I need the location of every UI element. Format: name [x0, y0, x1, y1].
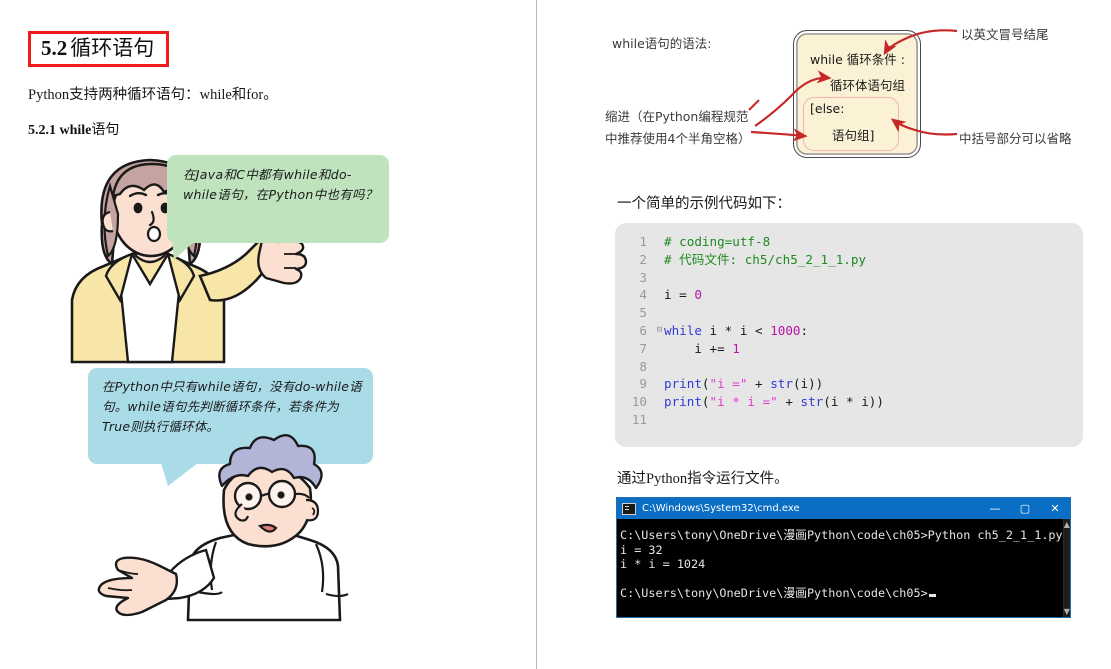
close-button[interactable]: ✕ — [1040, 502, 1070, 515]
code-line: 9 print("i =" + str(i)) — [615, 375, 1083, 393]
code-text: print("i * i =" + str(i * i)) — [664, 394, 884, 410]
cmd-window[interactable]: C:\Windows\System32\cmd.exe — ▢ ✕ C:\Use… — [616, 497, 1071, 618]
code-line: 4 i = 0 — [615, 286, 1083, 304]
subsection-heading: 5.2.1 while语句 — [28, 119, 119, 139]
left-page-column: 5.2 循环语句 Python支持两种循环语句：while和for。 5.2.1 … — [0, 0, 536, 669]
code-block: 1 # coding=utf-8 2 # 代码文件: ch5/ch5_2_1_1.py… — [615, 223, 1083, 447]
code-line: 3 — [615, 269, 1083, 287]
annotation-colon: 以英文冒号结尾 — [961, 27, 1049, 42]
line-number: 11 — [631, 411, 647, 427]
maximize-button[interactable]: ▢ — [1010, 502, 1040, 515]
code-text: # 代码文件: ch5/ch5_2_1_1.py — [664, 251, 867, 267]
code-fold-marker — [655, 411, 664, 429]
annotation-bracket: 中括号部分可以省略 — [959, 131, 1072, 146]
cmd-cursor — [928, 594, 936, 598]
scroll-up-icon[interactable]: ▲ — [1064, 520, 1070, 529]
document-page: 5.2 循环语句 Python支持两种循环语句：while和for。 5.2.1 … — [0, 0, 1111, 669]
code-fold-marker — [655, 251, 664, 269]
sample-code-caption: 一个简单的示例代码如下： — [617, 196, 791, 212]
line-number: 1 — [639, 234, 647, 249]
syntax-line-else-body: 语句组] — [832, 128, 875, 143]
section-number: 5.2 — [41, 36, 68, 60]
subsection-title: 语句 — [91, 123, 120, 138]
subsection-number: 5.2.1 while — [28, 123, 92, 138]
code-line: 5 — [615, 304, 1083, 322]
run-caption: 通过Python指令运行文件。 — [617, 471, 789, 487]
cmd-body: C:\Users\tony\OneDrive\漫画Python\code\ch0… — [617, 519, 1070, 617]
code-line: 8 — [615, 358, 1083, 376]
annotation-indent: 缩进（在Python编程规范中推荐使用4个半角空格） — [605, 109, 751, 146]
code-fold-marker[interactable]: ⊟ — [655, 322, 664, 340]
syntax-else-group: [else: 语句组] — [803, 97, 899, 151]
line-number: 5 — [639, 305, 647, 321]
cmd-output-text: C:\Users\tony\OneDrive\漫画Python\code\ch0… — [617, 519, 1063, 617]
code-text: print("i =" + str(i)) — [664, 376, 824, 392]
line-number: 4 — [639, 287, 647, 303]
cmd-scrollbar[interactable]: ▲ ▼ — [1062, 519, 1070, 617]
code-fold-marker — [655, 233, 664, 251]
code-fold-marker — [655, 375, 664, 393]
line-number: 9 — [639, 376, 647, 392]
line-number: 3 — [639, 269, 647, 285]
code-line: 10 print("i * i =" + str(i * i)) — [615, 393, 1083, 411]
speech-bubble-green-tail — [172, 238, 200, 260]
code-line: 7 i += 1 — [615, 340, 1083, 358]
syntax-line-body: 循环体语句组 — [830, 78, 906, 93]
speech-bubble-blue-text: 在Python中只有while语句，没有do-while语句。while语句先判… — [102, 379, 362, 434]
man-illustration — [97, 434, 349, 622]
comic-panel-woman: 在Java和C中都有while和do-while语句，在Python中也有吗？ — [60, 150, 390, 364]
code-fold-marker — [655, 358, 664, 376]
speech-bubble-green: 在Java和C中都有while和do-while语句，在Python中也有吗？ — [167, 155, 389, 260]
line-number: 6 — [639, 322, 647, 338]
code-lines: 1 # coding=utf-8 2 # 代码文件: ch5/ch5_2_1_1.py… — [615, 223, 1083, 429]
right-page-column: while语句的语法: 以英文冒号结尾 中括号部分可以省略 缩进（在Python… — [537, 0, 1111, 669]
comic-panel-man: 在Python中只有while语句，没有do-while语句。while语句先判… — [88, 368, 373, 622]
code-line: 1 # coding=utf-8 — [615, 233, 1083, 251]
cmd-title-bar[interactable]: C:\Windows\System32\cmd.exe — ▢ ✕ — [617, 498, 1070, 519]
code-text: i += 1 — [664, 340, 740, 356]
speech-bubble-blue: 在Python中只有while语句，没有do-while语句。while语句先判… — [88, 368, 373, 486]
syntax-line-else: [else: — [810, 101, 845, 116]
intro-paragraph: Python支持两种循环语句：while和for。 — [28, 87, 278, 103]
section-heading: 5.2 循环语句 — [28, 31, 170, 68]
cmd-title-text: C:\Windows\System32\cmd.exe — [642, 503, 800, 514]
scroll-down-icon[interactable]: ▼ — [1064, 607, 1070, 616]
code-text: i = 0 — [664, 287, 702, 303]
cmd-window-controls: — ▢ ✕ — [980, 502, 1070, 515]
section-title: 循环语句 — [70, 36, 155, 60]
code-fold-marker — [655, 393, 664, 411]
line-number: 2 — [639, 251, 647, 267]
code-fold-marker — [655, 269, 664, 287]
syntax-line-while: while 循环条件 : — [810, 52, 905, 67]
syntax-label: while语句的语法: — [612, 36, 712, 51]
speech-bubble-green-text: 在Java和C中都有while和do-while语句，在Python中也有吗？ — [183, 167, 378, 203]
code-text: while i * i < 1000: — [664, 322, 809, 338]
code-line: 6 ⊟ while i * i < 1000: — [615, 322, 1083, 340]
minimize-button[interactable]: — — [980, 502, 1010, 515]
code-text: # coding=utf-8 — [664, 234, 771, 249]
code-fold-marker — [655, 340, 664, 358]
syntax-diagram-box: while 循环条件 : 循环体语句组 [else: 语句组] — [793, 30, 921, 158]
code-line: 2 # 代码文件: ch5/ch5_2_1_1.py — [615, 251, 1083, 269]
line-number: 8 — [639, 358, 647, 374]
line-number: 10 — [631, 394, 647, 410]
line-number: 7 — [639, 340, 647, 356]
code-line: 11 — [615, 411, 1083, 429]
cmd-output-content: C:\Users\tony\OneDrive\漫画Python\code\ch0… — [620, 528, 1063, 601]
code-fold-marker — [655, 286, 664, 304]
code-fold-marker — [655, 304, 664, 322]
cmd-icon — [622, 502, 636, 515]
